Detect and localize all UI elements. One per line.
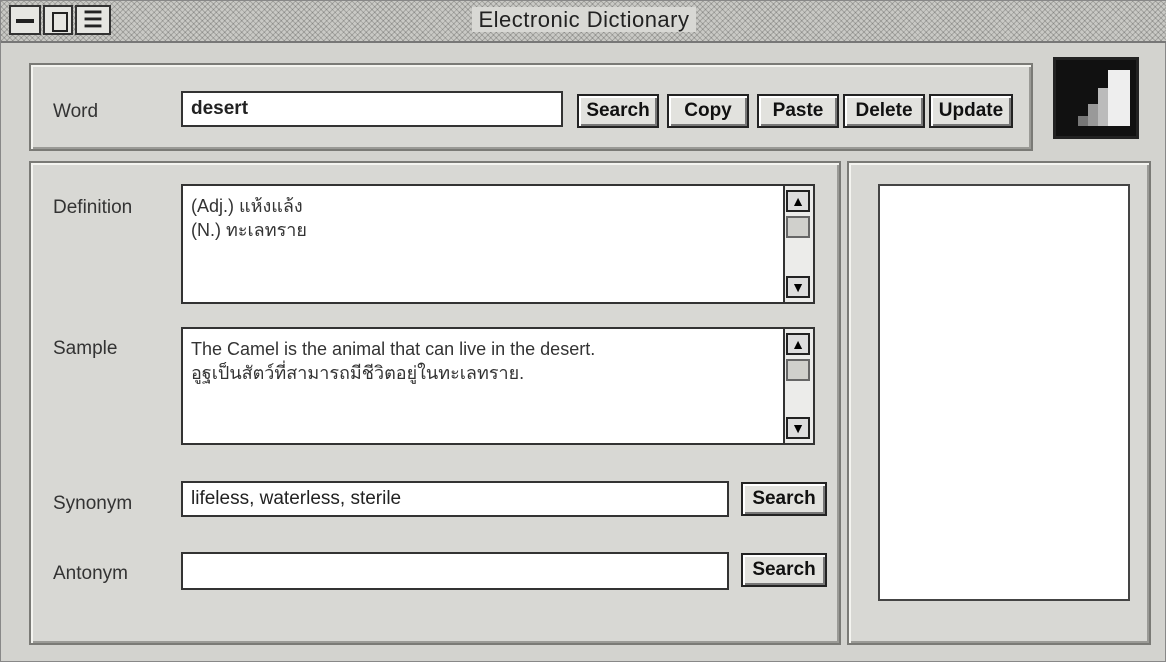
definition-label: Definition: [53, 197, 133, 218]
update-button[interactable]: Update: [929, 94, 1013, 128]
sample-label: Sample: [53, 338, 118, 359]
sample-text: The Camel is the animal that can live in…: [191, 339, 596, 383]
window-title: Electronic Dictionary: [472, 7, 696, 32]
word-label: Word: [53, 101, 99, 122]
antonym-search-button[interactable]: Search: [741, 553, 827, 587]
scroll-up-icon[interactable]: ▲: [786, 333, 810, 355]
definition-textarea[interactable]: (Adj.) แห้งแล้ง (N.) ทะเลทราย ▲ ▼: [181, 184, 815, 304]
scroll-thumb[interactable]: [786, 216, 810, 238]
scroll-down-icon[interactable]: ▼: [786, 276, 810, 298]
definition-text: (Adj.) แห้งแล้ง (N.) ทะเลทราย: [191, 196, 307, 240]
paste-button[interactable]: Paste: [757, 94, 839, 128]
synonym-search-button[interactable]: Search: [741, 482, 827, 516]
synonym-input[interactable]: [181, 481, 729, 517]
sample-textarea[interactable]: The Camel is the animal that can live in…: [181, 327, 815, 445]
scroll-down-icon[interactable]: ▼: [786, 417, 810, 439]
copy-button[interactable]: Copy: [667, 94, 749, 128]
dictionary-window: ☰ Electronic Dictionary Word Search Copy…: [0, 0, 1166, 662]
synonym-label: Synonym: [53, 493, 133, 514]
scroll-up-icon[interactable]: ▲: [786, 190, 810, 212]
definition-scrollbar[interactable]: ▲ ▼: [783, 186, 813, 302]
search-button[interactable]: Search: [577, 94, 659, 128]
sample-scrollbar[interactable]: ▲ ▼: [783, 329, 813, 443]
antonym-label: Antonym: [53, 563, 128, 584]
word-list-box[interactable]: [878, 184, 1130, 601]
antonym-input[interactable]: [181, 552, 729, 590]
word-input[interactable]: [181, 91, 563, 127]
app-logo-icon: [1053, 57, 1139, 139]
title-bar[interactable]: ☰ Electronic Dictionary: [1, 1, 1166, 43]
delete-button[interactable]: Delete: [843, 94, 925, 128]
scroll-thumb[interactable]: [786, 359, 810, 381]
